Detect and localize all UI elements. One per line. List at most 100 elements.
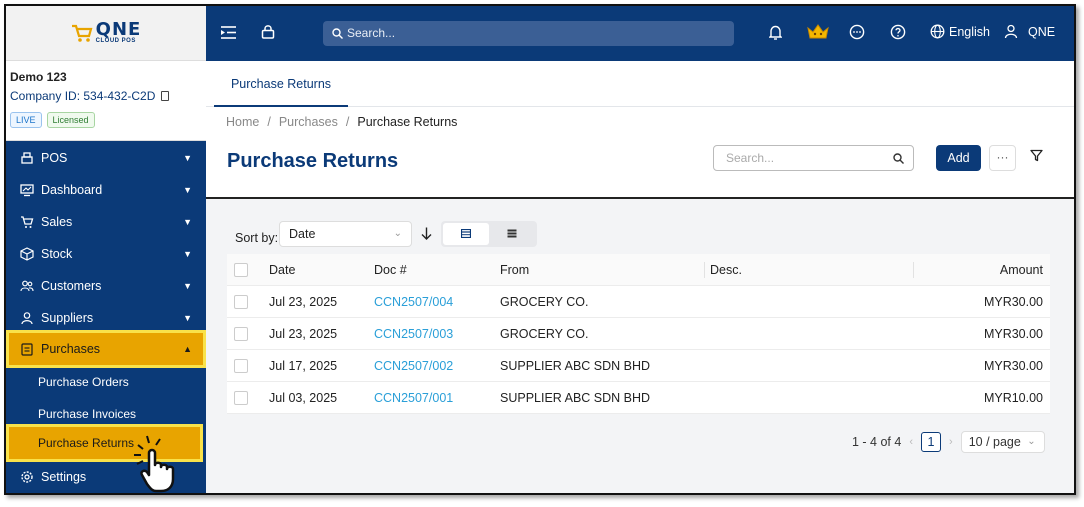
column-divider[interactable]: [913, 262, 914, 278]
crown-icon[interactable]: [807, 23, 829, 41]
cart-icon: [21, 216, 34, 228]
row-doc-link[interactable]: CCN2507/003: [374, 318, 453, 350]
table-view-icon: [460, 228, 472, 239]
purchase-returns-table: Date Doc # From Desc. Amount Jul 23, 202…: [227, 254, 1050, 414]
copy-icon[interactable]: [161, 91, 170, 101]
app-window: QNE CLOUD POS Demo 123 Company ID: 534-4…: [4, 4, 1076, 495]
filter-icon[interactable]: [1030, 149, 1043, 162]
search-placeholder: Search...: [726, 151, 775, 165]
chevron-down-icon: ▼: [183, 217, 192, 227]
sidebar-item-pos[interactable]: POS ▼: [6, 142, 206, 174]
column-header-from[interactable]: From: [500, 254, 529, 286]
chat-icon[interactable]: [849, 24, 865, 40]
table-view-button[interactable]: [443, 223, 489, 245]
search-input[interactable]: Search...: [713, 145, 914, 171]
help-icon[interactable]: [890, 24, 906, 40]
select-all-checkbox[interactable]: [234, 263, 248, 277]
language-label: English: [949, 24, 990, 39]
row-amount: MYR30.00: [983, 327, 1043, 341]
pos-icon: [21, 152, 33, 164]
sidebar-item-label: Purchase Invoices: [38, 407, 137, 421]
row-from: GROCERY CO.: [500, 327, 589, 341]
table-row[interactable]: Jul 03, 2025 CCN2507/001 SUPPLIER ABC SD…: [227, 382, 1050, 414]
clipboard-icon: [21, 343, 33, 356]
breadcrumb-purchases[interactable]: Purchases: [279, 115, 338, 129]
sort-by-select[interactable]: Date ⌄: [279, 221, 412, 247]
table-row[interactable]: Jul 23, 2025 CCN2507/003 GROCERY CO. MYR…: [227, 318, 1050, 350]
logo-brand: QNE: [95, 18, 142, 40]
sidebar-item-stock[interactable]: Stock ▼: [6, 238, 206, 270]
sidebar-item-label: Sales: [41, 215, 73, 229]
row-checkbox[interactable]: [234, 391, 248, 405]
logo-area[interactable]: QNE CLOUD POS: [6, 6, 206, 61]
status-badges: LIVE Licensed: [10, 112, 202, 128]
language-selector[interactable]: English: [930, 24, 990, 39]
breadcrumb-separator: /: [345, 115, 350, 129]
collapse-menu-icon[interactable]: [221, 26, 236, 39]
sidebar-item-label: Purchases: [41, 342, 101, 356]
page-number-button[interactable]: 1: [921, 432, 942, 452]
chevron-down-icon: ▼: [183, 313, 192, 323]
view-toggle: [441, 221, 537, 247]
row-doc-link[interactable]: CCN2507/002: [374, 350, 453, 382]
chevron-down-icon: ▼: [183, 153, 192, 163]
more-options-button[interactable]: ···: [989, 145, 1016, 171]
page-title: Purchase Returns: [227, 150, 399, 172]
column-divider[interactable]: [704, 262, 705, 278]
global-search-placeholder: Search...: [347, 26, 396, 40]
sidebar-item-label: Dashboard: [41, 183, 103, 197]
user-menu[interactable]: QNE: [1004, 24, 1055, 39]
row-checkbox[interactable]: [234, 327, 248, 341]
globe-icon: [930, 24, 945, 39]
user-name: QNE: [1028, 24, 1056, 39]
pagination-range: 1 - 4 of 4: [852, 435, 902, 449]
row-amount: MYR30.00: [983, 359, 1043, 373]
top-bar: Search... English QNE: [206, 6, 1074, 61]
pagination: 1 - 4 of 4 ‹ 1 › 10 / page ⌄: [852, 431, 1045, 453]
row-doc-link[interactable]: CCN2507/001: [374, 382, 453, 414]
add-button[interactable]: Add: [936, 145, 981, 171]
global-search-input[interactable]: Search...: [323, 21, 734, 46]
sidebar-item-dashboard[interactable]: Dashboard ▼: [6, 174, 206, 206]
list-view-button[interactable]: [489, 223, 535, 245]
table-row[interactable]: Jul 17, 2025 CCN2507/002 SUPPLIER ABC SD…: [227, 350, 1050, 382]
sidebar-item-label: POS: [41, 151, 68, 165]
company-id-label: Company ID: 534-432-C2D: [10, 89, 156, 103]
tab-purchase-returns[interactable]: Purchase Returns: [214, 61, 348, 107]
chevron-down-icon: ▼: [183, 249, 192, 259]
row-checkbox[interactable]: [234, 359, 248, 373]
column-header-date[interactable]: Date: [269, 254, 295, 286]
chevron-down-icon: ▼: [183, 185, 192, 195]
row-checkbox[interactable]: [234, 295, 248, 309]
next-page-icon[interactable]: ›: [949, 436, 953, 448]
lock-icon[interactable]: [261, 24, 275, 39]
table-row[interactable]: Jul 23, 2025 CCN2507/004 GROCERY CO. MYR…: [227, 286, 1050, 318]
sort-descending-icon[interactable]: [421, 227, 432, 240]
sidebar-item-label: Purchase Returns: [38, 436, 135, 450]
column-header-amount[interactable]: Amount: [1000, 254, 1043, 286]
gear-icon: [21, 471, 33, 483]
column-header-doc[interactable]: Doc #: [374, 254, 407, 286]
search-icon: [332, 28, 343, 39]
bell-icon[interactable]: [769, 25, 782, 40]
breadcrumb-separator: /: [267, 115, 271, 129]
sidebar-item-label: Customers: [41, 279, 102, 293]
page-size-select[interactable]: 10 / page ⌄: [960, 431, 1045, 453]
row-date: Jul 23, 2025: [269, 295, 338, 309]
breadcrumb-home[interactable]: Home: [226, 115, 259, 129]
row-amount: MYR30.00: [983, 295, 1043, 309]
table-header: Date Doc # From Desc. Amount: [227, 254, 1050, 286]
row-doc-link[interactable]: CCN2507/004: [374, 286, 453, 318]
sidebar-item-sales[interactable]: Sales ▼: [6, 206, 206, 238]
column-header-desc[interactable]: Desc.: [710, 254, 742, 286]
sidebar-item-customers[interactable]: Customers ▼: [6, 270, 206, 302]
sidebar-item-purchase-orders[interactable]: Purchase Orders: [6, 366, 206, 398]
licensed-badge: Licensed: [46, 112, 95, 128]
logo-subtitle: CLOUD POS: [95, 37, 136, 44]
sidebar-item-label: Settings: [41, 470, 87, 484]
company-info: Demo 123 Company ID: 534-432-C2D LIVE Li…: [6, 61, 206, 141]
row-date: Jul 03, 2025: [269, 391, 338, 405]
prev-page-icon[interactable]: ‹: [909, 436, 913, 448]
sidebar-item-purchases[interactable]: Purchases ▲: [6, 330, 206, 368]
row-amount: MYR10.00: [983, 391, 1043, 405]
